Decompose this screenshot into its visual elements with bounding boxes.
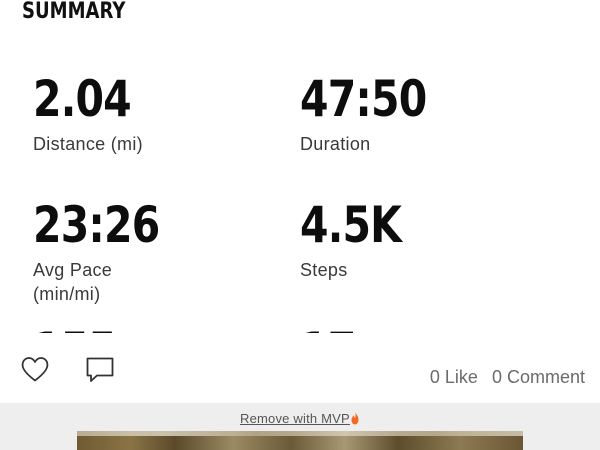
stat-partial-right: 17 [300,326,560,333]
stat-value: 47:50 [300,70,427,128]
remove-with-mvp-link[interactable]: Remove with MVP [240,411,350,426]
stat-partial-left: 155 [33,326,293,333]
ad-image[interactable] [77,431,523,450]
stat-label: Distance (mi) [33,134,143,154]
like-count-link[interactable]: 0 Like [430,367,478,387]
comment-count-link[interactable]: 0 Comment [492,367,585,387]
stat-duration: 47:50 Duration [300,74,560,156]
speech-bubble-icon[interactable] [85,356,115,389]
stat-value: 155 [33,326,246,333]
stat-distance: 2.04 Distance (mi) [33,74,293,156]
stat-value: 2.04 [33,70,132,128]
stat-label: Duration [300,134,371,154]
stat-label: Steps [300,260,348,280]
ad-banner: Remove with MVP [0,403,600,450]
flame-icon [349,411,361,430]
heart-icon[interactable] [20,355,50,388]
stat-steps: 4.5K Steps [300,200,560,282]
post-actions-bar: 0 Like 0 Comment [0,333,600,403]
stat-value: 4.5K [300,196,402,254]
stat-label: Avg Pace (min/mi) [33,260,113,304]
stat-value: 23:26 [33,196,160,254]
engagement-counts: 0 Like 0 Comment [430,367,585,388]
summary-stats: 2.04 Distance (mi) 47:50 Duration 23:26 … [0,0,600,333]
stat-avg-pace: 23:26 Avg Pace (min/mi) [33,200,293,306]
stat-value: 17 [300,326,513,333]
